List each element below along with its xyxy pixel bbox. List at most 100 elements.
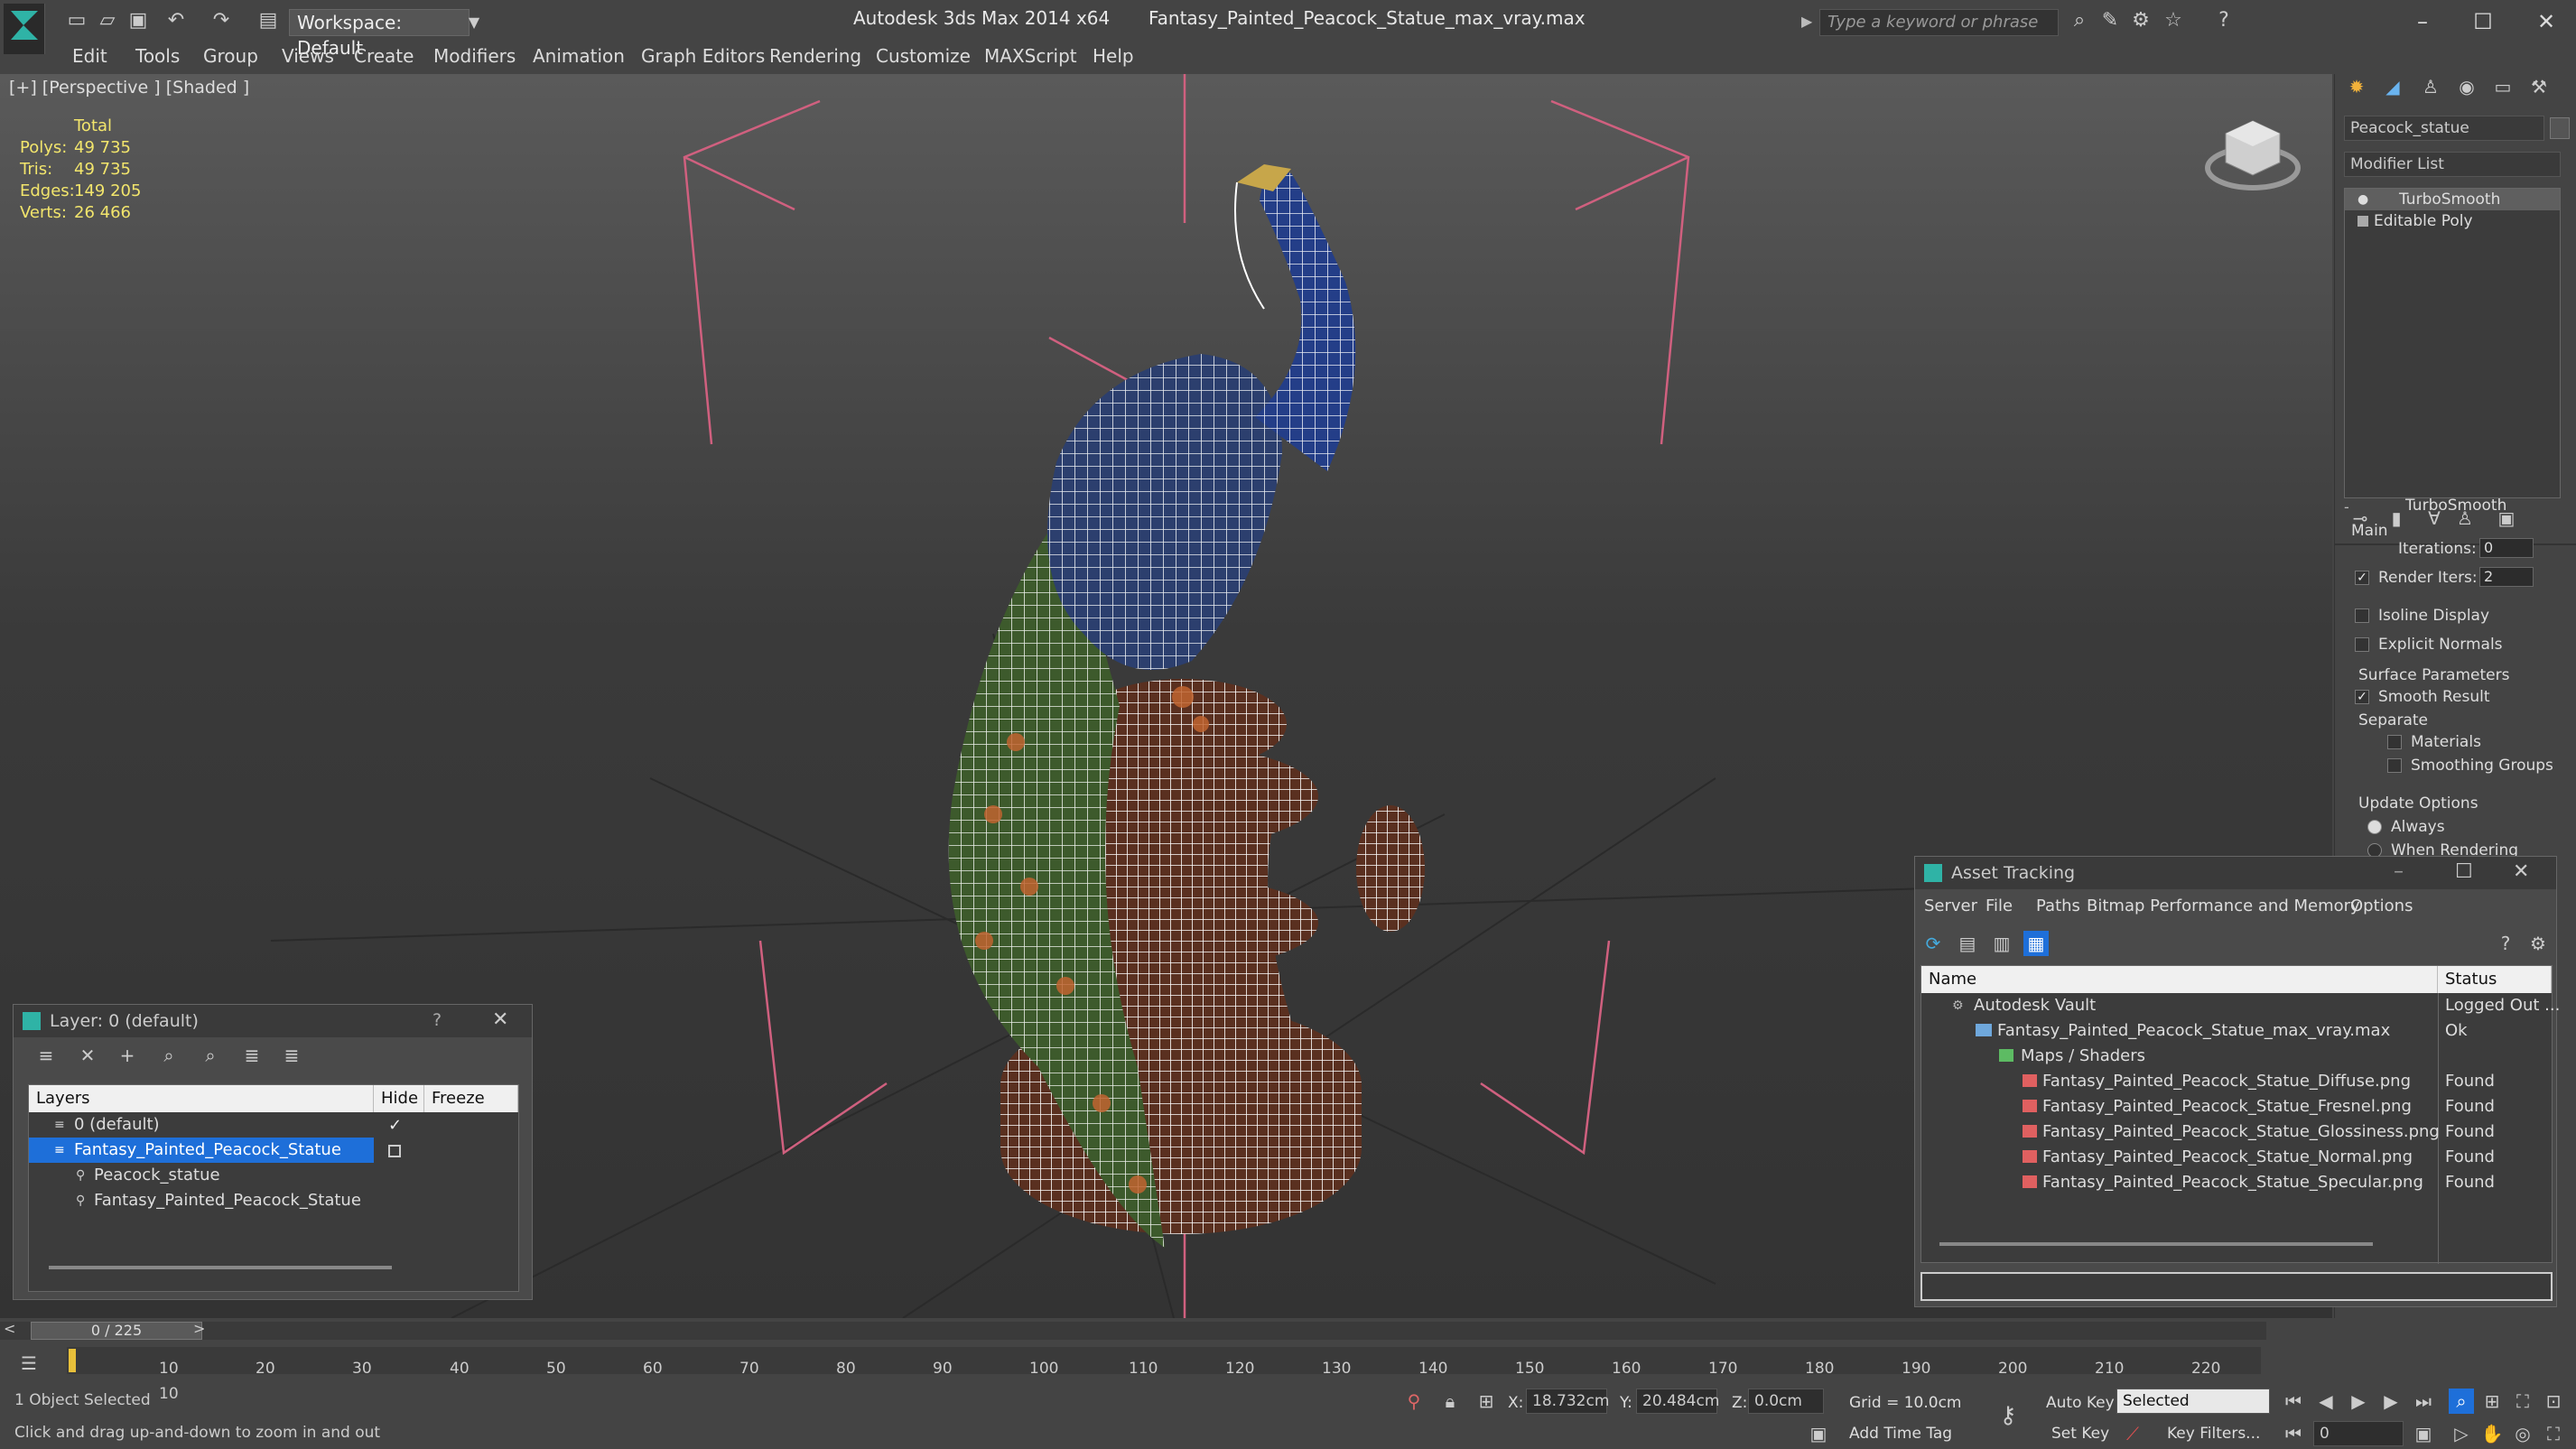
zoom-extents-icon[interactable]: ⛶ [2510, 1389, 2535, 1414]
favorites-star-icon[interactable]: ☆ [2160, 7, 2187, 34]
search-input[interactable]: Type a keyword or phrase [1819, 9, 2059, 36]
new-file-icon[interactable]: ▭ [63, 7, 90, 34]
asset-row[interactable]: Fantasy_Painted_Peacock_Statue_Normal.pn… [1921, 1145, 2438, 1170]
track-bar[interactable]: 10 [67, 1347, 2261, 1403]
asset-row[interactable]: Fantasy_Painted_Peacock_Statue_Specular.… [1921, 1170, 2438, 1195]
modify-tab-icon[interactable]: ◢ [2380, 74, 2405, 99]
transform-mode-icon[interactable]: ⊞ [1474, 1389, 1499, 1414]
menu-group[interactable]: Group [203, 45, 258, 67]
y-coord-field[interactable]: 20.484cm [1636, 1389, 1719, 1414]
time-slider-next-icon[interactable]: > [193, 1320, 205, 1337]
undo-icon[interactable]: ↶ [163, 7, 190, 34]
prev-frame-icon[interactable]: ◀ [2313, 1389, 2339, 1414]
display-tab-icon[interactable]: ▭ [2490, 74, 2516, 99]
viewport-label[interactable]: [+] [Perspective ] [Shaded ] [9, 78, 249, 98]
isoline-display-checkbox[interactable] [2355, 608, 2369, 623]
orbit-icon[interactable]: ◎ [2510, 1421, 2535, 1446]
object-name-field[interactable]: Peacock_statue [2344, 116, 2544, 141]
render-iters-spinner[interactable]: 2 [2479, 567, 2534, 587]
lightbulb-icon[interactable]: ● [2357, 192, 2368, 207]
workspace-dropdown[interactable]: Workspace: Default [289, 9, 470, 59]
current-frame-marker[interactable] [69, 1349, 76, 1372]
layer-object-row[interactable]: Peacock_statue [29, 1163, 518, 1188]
selection-lock-icon[interactable]: 🔒︎ [1437, 1389, 1463, 1414]
layer-help-button[interactable]: ? [432, 1010, 442, 1030]
select-in-layer-icon[interactable]: ⌕ [156, 1043, 181, 1068]
utilities-tab-icon[interactable]: ⚒ [2526, 74, 2552, 99]
next-frame-icon[interactable]: ▶ [2378, 1389, 2404, 1414]
asset-menu-options[interactable]: Options [2350, 896, 2413, 915]
close-window-icon[interactable]: ✕ [2524, 4, 2569, 40]
pan-icon[interactable]: ✋ [2479, 1421, 2505, 1446]
add-to-layer-icon[interactable]: + [115, 1043, 140, 1068]
menu-edit[interactable]: Edit [72, 45, 107, 67]
help-icon[interactable]: ? [2210, 7, 2237, 34]
goto-start-icon[interactable]: ⏮ [2281, 1389, 2306, 1414]
menu-tools[interactable]: Tools [135, 45, 180, 67]
table-view-icon[interactable]: ▥ [1989, 931, 2014, 956]
key-selection-dropdown[interactable]: Selected [2116, 1389, 2270, 1414]
maximize-window-icon[interactable]: ☐ [2460, 4, 2506, 40]
goto-end-icon[interactable]: ⏭ [2411, 1389, 2436, 1414]
zoom-extents-all-icon[interactable]: ⊡ [2541, 1389, 2566, 1414]
current-frame-field[interactable]: 0 [2313, 1421, 2404, 1446]
time-config-icon[interactable]: ▣ [2411, 1421, 2436, 1446]
list-view-icon[interactable]: ▤ [1955, 931, 1980, 956]
add-time-tag-button[interactable]: Add Time Tag [1849, 1425, 1952, 1443]
asset-row[interactable]: Fantasy_Painted_Peacock_Statue_Fresnel.p… [1921, 1094, 2438, 1119]
time-slider-track[interactable] [0, 1322, 2266, 1340]
workspace-arrow-icon[interactable]: ▼ [460, 9, 488, 36]
menu-create[interactable]: Create [354, 45, 414, 67]
asset-menu-paths[interactable]: Paths [2036, 896, 2080, 915]
view-cube-icon[interactable] [2203, 112, 2302, 206]
hide-all-layers-icon[interactable]: ≣ [239, 1043, 265, 1068]
create-layer-icon[interactable]: ≡ [33, 1043, 59, 1068]
layer-window-title[interactable]: Layer: 0 (default) [14, 1005, 532, 1037]
project-folder-icon[interactable]: ▤ [255, 7, 282, 34]
time-slider-prev-icon[interactable]: < [4, 1320, 15, 1337]
isolate-selection-icon[interactable]: ⚲ [1401, 1389, 1427, 1414]
binoculars-icon[interactable]: ⌕ [2066, 7, 2093, 34]
delete-layer-icon[interactable]: ✕ [75, 1043, 100, 1068]
layer-row-selected[interactable]: Fantasy_Painted_Peacock_Statue [29, 1138, 374, 1163]
menu-maxscript[interactable]: MAXScript [984, 45, 1077, 67]
subscription-icon[interactable]: ⚙ [2127, 7, 2154, 34]
current-layer-check-icon[interactable]: ✓ [388, 1116, 402, 1135]
auto-key-button[interactable]: Auto Key [2046, 1394, 2115, 1412]
asset-horizontal-scrollbar[interactable] [1939, 1242, 2373, 1246]
asset-row[interactable]: Fantasy_Painted_Peacock_Statue_Glossines… [1921, 1119, 2440, 1145]
fov-icon[interactable]: ▷ [2449, 1421, 2474, 1446]
motion-tab-icon[interactable]: ◉ [2454, 74, 2479, 99]
grid-view-icon[interactable]: ▦ [2023, 931, 2049, 956]
explicit-normals-checkbox[interactable] [2355, 637, 2369, 652]
menu-rendering[interactable]: Rendering [769, 45, 861, 67]
communication-center-icon[interactable]: ✎ [2097, 7, 2124, 34]
smooth-result-checkbox[interactable]: ✓ [2355, 690, 2369, 704]
hide-column-header[interactable]: Hide [374, 1085, 424, 1112]
status-column-header[interactable]: Status [2438, 966, 2552, 993]
menu-animation[interactable]: Animation [533, 45, 625, 67]
asset-close-icon[interactable]: ✕ [2513, 860, 2529, 883]
time-tag-icon[interactable]: ▣ [1806, 1421, 1831, 1446]
asset-minimize-icon[interactable]: – [2394, 860, 2404, 883]
make-current-box-icon[interactable] [388, 1145, 401, 1157]
key-filters-button[interactable]: Key Filters... [2167, 1425, 2260, 1443]
zoom-all-icon[interactable]: ⊞ [2479, 1389, 2505, 1414]
play-icon[interactable]: ▶ [2346, 1389, 2371, 1414]
asset-help-icon[interactable]: ? [2493, 931, 2518, 956]
smoothing-groups-checkbox[interactable] [2387, 758, 2402, 773]
highlight-layer-icon[interactable]: ⌕ [198, 1043, 223, 1068]
create-tab-icon[interactable]: ✹ [2344, 74, 2369, 99]
render-iters-checkbox[interactable]: ✓ [2355, 571, 2369, 585]
asset-row[interactable]: Autodesk Vault [1921, 993, 2438, 1018]
set-key-icon[interactable]: ⟋ [2120, 1421, 2145, 1446]
asset-settings-icon[interactable]: ⚙ [2525, 931, 2551, 956]
rollout-collapse-icon[interactable]: - [2344, 498, 2349, 516]
asset-path-field[interactable] [1920, 1272, 2553, 1301]
save-file-icon[interactable]: ▣ [125, 7, 152, 34]
asset-menu-bitmap[interactable]: Bitmap Performance and Memory [2087, 896, 2360, 915]
freeze-column-header[interactable]: Freeze [424, 1085, 518, 1112]
layer-row[interactable]: 0 (default) [29, 1112, 518, 1138]
redo-icon[interactable]: ↷ [208, 7, 235, 34]
menu-views[interactable]: Views [282, 45, 334, 67]
